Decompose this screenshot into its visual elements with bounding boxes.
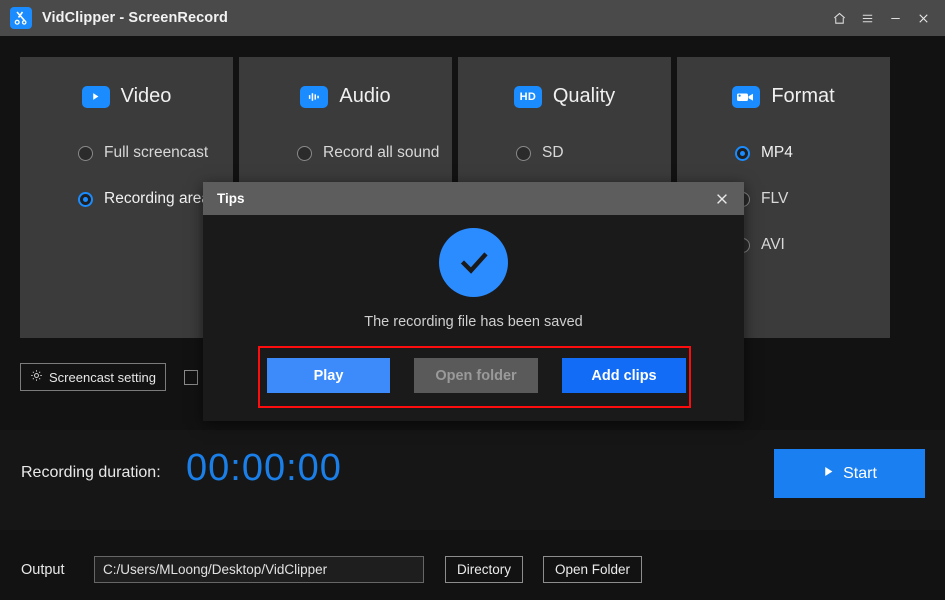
video-options: Full screencast Recording area xyxy=(20,130,233,222)
panel-audio-title: Audio xyxy=(339,85,391,107)
option-label: Record all sound xyxy=(323,144,440,161)
app-logo-icon xyxy=(10,7,32,29)
start-button-label: Start xyxy=(843,464,877,482)
play-button[interactable]: Play xyxy=(267,358,390,393)
play-triangle-icon xyxy=(822,465,835,483)
dialog-title: Tips xyxy=(217,191,245,206)
minimize-icon[interactable] xyxy=(881,3,909,33)
radio-recording-area[interactable] xyxy=(78,191,93,207)
audio-waveform-icon xyxy=(300,85,329,108)
tips-dialog: Tips The recording file has been saved P… xyxy=(203,182,744,421)
window-controls xyxy=(825,3,945,33)
option-label: SD xyxy=(542,144,564,161)
close-icon[interactable] xyxy=(909,3,937,33)
panel-quality-title: Quality xyxy=(552,85,616,107)
settings-row: Screencast setting xyxy=(20,363,198,391)
audio-options: Record all sound xyxy=(239,130,452,176)
option-label: Recording area xyxy=(104,190,210,207)
directory-button[interactable]: Directory xyxy=(445,556,524,583)
radio-full-screencast[interactable] xyxy=(78,145,93,161)
option-sd[interactable]: SD xyxy=(516,130,671,176)
panel-format-header: Format xyxy=(677,85,890,108)
option-record-all-sound[interactable]: Record all sound xyxy=(297,130,452,176)
title-bar: VidClipper - ScreenRecord xyxy=(0,0,945,36)
option-mp4[interactable]: MP4 xyxy=(735,130,890,176)
panel-video: Video Full screencast Recording area xyxy=(20,57,233,338)
start-button[interactable]: Start xyxy=(774,449,925,498)
option-flv[interactable]: FLV xyxy=(735,176,890,222)
quality-options: SD xyxy=(458,130,671,176)
open-folder-dialog-button[interactable]: Open folder xyxy=(414,358,538,393)
dialog-message: The recording file has been saved xyxy=(364,314,583,330)
output-path-input[interactable] xyxy=(94,556,424,583)
output-row: Output Directory Open Folder xyxy=(21,556,643,583)
option-label: AVI xyxy=(761,236,785,253)
home-icon[interactable] xyxy=(825,3,853,33)
screencast-setting-label: Screencast setting xyxy=(49,369,156,385)
settings-checkbox[interactable] xyxy=(183,369,198,385)
panel-quality-header: HD Quality xyxy=(458,85,671,108)
dialog-header: Tips xyxy=(203,182,744,215)
hd-icon: HD xyxy=(513,85,542,108)
screencast-setting-button[interactable]: Screencast setting xyxy=(20,363,166,391)
add-clips-button[interactable]: Add clips xyxy=(562,358,686,393)
option-full-screencast[interactable]: Full screencast xyxy=(78,130,233,176)
recording-duration-label: Recording duration: xyxy=(21,464,161,481)
checkmark-circle-icon xyxy=(439,228,508,297)
panel-format-title: Format xyxy=(771,85,835,107)
window-title: VidClipper - ScreenRecord xyxy=(42,10,228,26)
menu-icon[interactable] xyxy=(853,3,881,33)
panel-audio-header: Audio xyxy=(239,85,452,108)
open-folder-button[interactable]: Open Folder xyxy=(543,556,643,583)
option-label: Full screencast xyxy=(104,144,209,161)
panel-video-header: Video xyxy=(20,85,233,108)
radio-record-all-sound[interactable] xyxy=(297,145,312,161)
option-label: MP4 xyxy=(761,144,793,161)
panel-video-title: Video xyxy=(120,85,172,107)
app-window: VidClipper - ScreenRecord Video Full scr… xyxy=(0,0,945,600)
option-label: FLV xyxy=(761,190,789,207)
dialog-actions: Play Open folder Add clips xyxy=(267,358,686,393)
output-label: Output xyxy=(21,561,65,578)
video-play-icon xyxy=(81,85,110,108)
radio-mp4[interactable] xyxy=(735,145,750,161)
radio-sd[interactable] xyxy=(516,145,531,161)
close-icon[interactable] xyxy=(700,182,744,215)
gear-icon xyxy=(30,369,43,385)
option-avi[interactable]: AVI xyxy=(735,222,890,268)
recording-duration-value: 00:00:00 xyxy=(186,447,342,489)
camcorder-icon xyxy=(732,85,761,108)
